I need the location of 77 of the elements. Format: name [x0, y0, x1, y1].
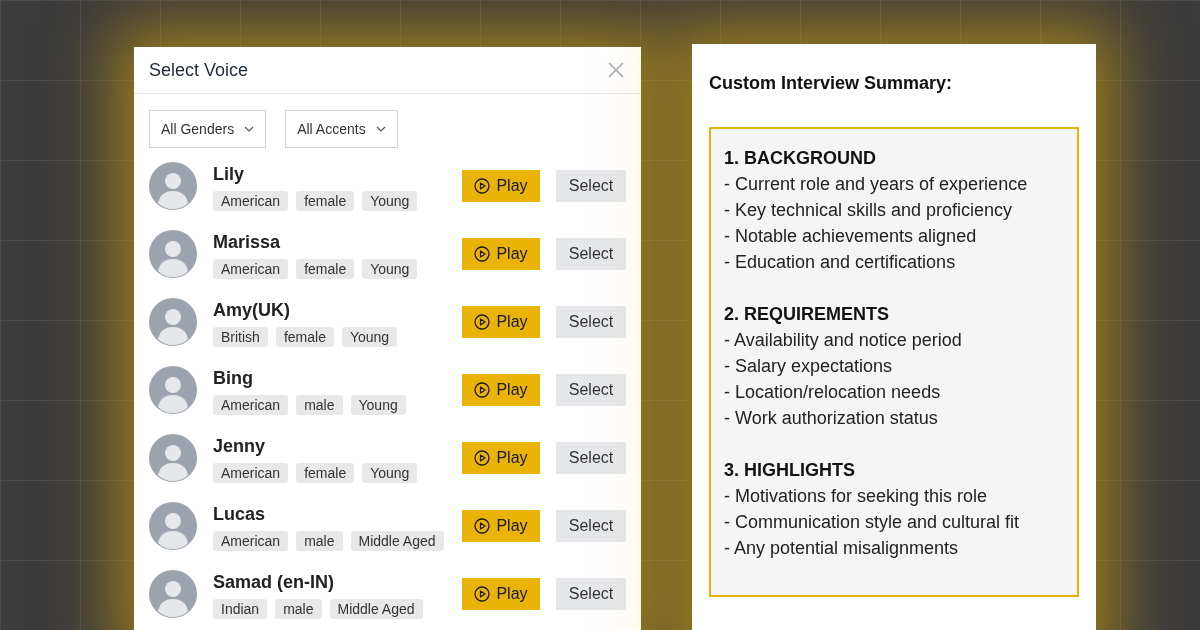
summary-item: - Communication style and cultural fit [724, 511, 1021, 534]
summary-item: - Notable achievements aligned [724, 225, 978, 248]
voice-tag: female [275, 327, 334, 347]
play-button[interactable]: Play [462, 510, 540, 542]
summary-item: - Education and certifications [724, 251, 957, 274]
section-heading: 3. HIGHLIGHTS [724, 459, 856, 482]
voice-tag: Indian [213, 599, 268, 619]
voice-tag: Middle Aged [350, 531, 444, 551]
voice-name: Lily [213, 163, 245, 185]
play-circle-icon [474, 314, 491, 330]
voice-tag: male [275, 599, 322, 619]
voice-tag: American [213, 259, 289, 279]
section-heading: 2. REQUIREMENTS [724, 303, 891, 326]
voice-tag: Young [362, 259, 418, 279]
summary-item: - Motivations for seeking this role [724, 485, 989, 508]
voice-tag: British [213, 327, 268, 347]
dialog-title: Select Voice [149, 58, 249, 82]
voice-tag: female [296, 191, 355, 211]
voice-name: Bing [213, 367, 254, 389]
summary-item: - Location/relocation needs [724, 381, 942, 404]
chevron-down-icon [244, 126, 255, 132]
voice-name: Amy(UK) [213, 299, 291, 321]
select-button[interactable]: Select [556, 170, 626, 202]
avatar-silhouette [149, 366, 197, 414]
voice-name: Lucas [213, 503, 267, 525]
play-button[interactable]: Play [462, 170, 540, 202]
voice-tag: American [213, 531, 289, 551]
summary-item: - Current role and years of experience [724, 173, 1029, 196]
play-circle-icon [474, 178, 491, 194]
summary-item: - Availability and notice period [724, 329, 963, 352]
avatar-silhouette [149, 230, 197, 278]
voice-tag: Young [341, 327, 398, 347]
filter-dropdown[interactable]: All Genders [149, 110, 267, 148]
play-circle-icon [474, 246, 491, 262]
play-circle-icon [474, 382, 491, 398]
voice-tag: Middle Aged [329, 599, 423, 619]
summary-item: - Any potential misalignments [724, 537, 960, 560]
select-button[interactable]: Select [556, 442, 626, 474]
select-button[interactable]: Select [556, 306, 626, 338]
summary-item: - Key technical skills and proficiency [724, 199, 1014, 222]
play-circle-icon [474, 586, 491, 602]
avatar-silhouette [149, 570, 197, 618]
play-circle-icon [474, 518, 491, 534]
play-button[interactable]: Play [462, 238, 540, 270]
voice-tag: Young [362, 463, 418, 483]
summary-item: - Salary expectations [724, 355, 894, 378]
avatar-silhouette [149, 434, 197, 482]
filter-dropdown[interactable]: All Accents [285, 110, 398, 148]
avatar-silhouette [149, 502, 197, 550]
voice-name: Samad (en-IN) [213, 571, 336, 593]
summary-title: Custom Interview Summary: [709, 72, 954, 95]
play-button[interactable]: Play [462, 374, 540, 406]
voice-name: Jenny [213, 435, 267, 457]
chevron-down-icon [375, 126, 386, 132]
voice-tag: Young [362, 191, 418, 211]
select-button[interactable]: Select [556, 238, 626, 270]
play-button[interactable]: Play [462, 578, 540, 610]
play-button[interactable]: Play [462, 442, 540, 474]
voice-tag: female [296, 463, 355, 483]
voice-tag: American [213, 395, 289, 415]
voice-tag: male [296, 531, 343, 551]
voice-tag: Young [350, 395, 406, 415]
close-button[interactable] [606, 60, 626, 80]
play-circle-icon [474, 450, 491, 466]
voice-tag: American [213, 191, 289, 211]
avatar-silhouette [149, 298, 197, 346]
select-button[interactable]: Select [556, 578, 626, 610]
voice-name: Marissa [213, 231, 282, 253]
play-button[interactable]: Play [462, 306, 540, 338]
summary-item: - Work authorization status [724, 407, 939, 430]
voice-tag: female [296, 259, 355, 279]
voice-tag: male [296, 395, 343, 415]
select-button[interactable]: Select [556, 510, 626, 542]
avatar-silhouette [149, 162, 197, 210]
voice-tag: American [213, 463, 289, 483]
section-heading: 1. BACKGROUND [724, 147, 877, 170]
select-button[interactable]: Select [556, 374, 626, 406]
